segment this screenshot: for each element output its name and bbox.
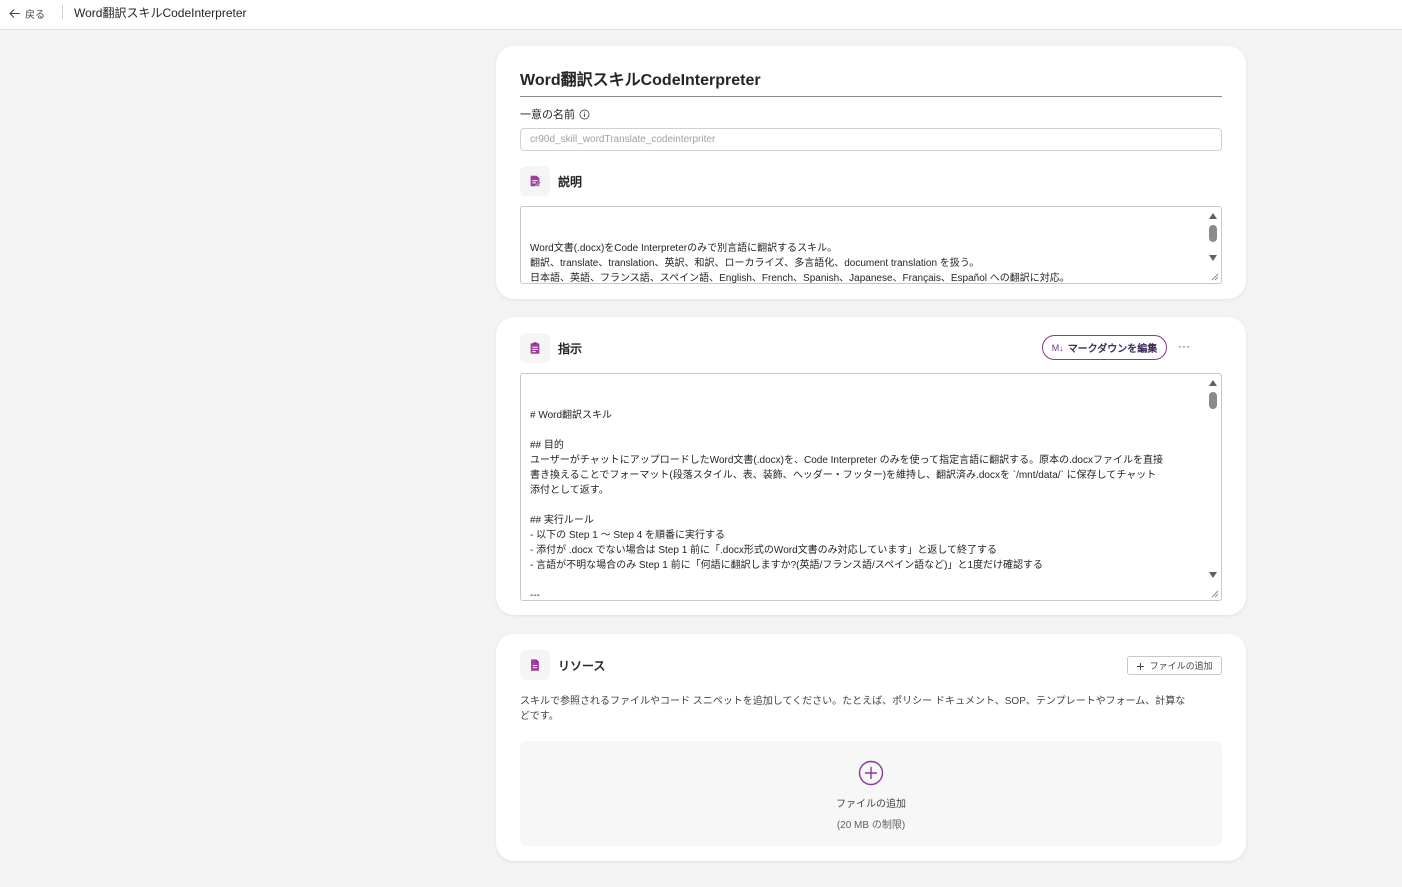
markdown-icon: M↓ <box>1051 342 1064 353</box>
document-icon <box>531 659 539 671</box>
instructions-section-icon <box>520 333 550 363</box>
resize-grip-icon[interactable] <box>1209 271 1219 281</box>
page-title: Word翻訳スキルCodeInterpreter <box>74 6 247 20</box>
unique-name-label-text: 一意の名前 <box>520 109 575 121</box>
skill-name-field[interactable]: Word翻訳スキルCodeInterpreter <box>520 66 1222 97</box>
scroll-down-arrow-icon[interactable] <box>1209 572 1217 578</box>
unique-name-label: 一意の名前 <box>520 106 590 122</box>
resources-card: リソース + ファイルの追加 スキルで参照されるファイルやコード スニペットを追… <box>496 634 1246 861</box>
description-header: 説明 <box>520 166 582 196</box>
scroll-up-arrow-icon[interactable] <box>1209 380 1217 386</box>
more-options-button[interactable]: ··· <box>1174 337 1194 357</box>
edit-markdown-button[interactable]: M↓ マークダウンを編集 <box>1042 335 1167 360</box>
top-bar: 戻る Word翻訳スキルCodeInterpreter <box>0 0 1402 30</box>
add-circle-icon <box>858 760 884 786</box>
back-label: 戻る <box>25 9 45 21</box>
instructions-header: 指示 <box>520 333 582 363</box>
back-button[interactable]: 戻る <box>8 5 45 21</box>
resources-header: リソース <box>520 650 605 680</box>
arrow-left-icon <box>9 8 20 18</box>
resources-description: スキルで参照されるファイルやコード スニペットを追加してください。たとえば、ポリ… <box>520 696 1186 722</box>
add-file-button[interactable]: + ファイルの追加 <box>1127 656 1222 675</box>
dropzone-size-limit: (20 MB の制限) <box>836 820 906 831</box>
topbar-divider <box>62 5 63 19</box>
resize-grip-icon[interactable] <box>1209 588 1219 598</box>
resources-section-icon <box>520 650 550 680</box>
scroll-down-arrow-icon[interactable] <box>1209 255 1217 261</box>
dropzone-label: ファイルの追加 <box>836 799 906 810</box>
file-dropzone[interactable]: ファイルの追加 (20 MB の制限) <box>520 741 1222 846</box>
scroll-thumb[interactable] <box>1209 392 1217 409</box>
resources-title: リソース <box>558 658 606 673</box>
info-icon[interactable] <box>579 109 590 120</box>
description-textarea[interactable]: Word文書(.docx)をCode Interpreterのみで別言語に翻訳す… <box>520 206 1222 284</box>
edit-markdown-label: マークダウンを編集 <box>1067 344 1158 355</box>
instructions-title: 指示 <box>558 341 583 356</box>
instructions-card: 指示 M↓ マークダウンを編集 ··· # Word翻訳スキル ## 目的 ユー… <box>496 317 1246 615</box>
clipboard-list-icon <box>530 342 540 354</box>
scroll-up-arrow-icon[interactable] <box>1209 213 1217 219</box>
details-card: Word翻訳スキルCodeInterpreter 一意の名前 cr90d_ski… <box>496 46 1246 299</box>
description-section-icon <box>520 166 550 196</box>
plus-icon: + <box>1136 657 1145 674</box>
description-title: 説明 <box>558 174 583 189</box>
instructions-text: # Word翻訳スキル ## 目的 ユーザーがチャットにアップロードしたWord… <box>530 410 1163 601</box>
scroll-thumb[interactable] <box>1209 225 1217 242</box>
unique-name-input[interactable]: cr90d_skill_wordTranslate_codeinterprite… <box>520 128 1222 151</box>
description-text: Word文書(.docx)をCode Interpreterのみで別言語に翻訳す… <box>530 243 1070 284</box>
instructions-textarea[interactable]: # Word翻訳スキル ## 目的 ユーザーがチャットにアップロードしたWord… <box>520 373 1222 601</box>
edit-document-icon <box>530 175 542 187</box>
add-file-button-label: ファイルの追加 <box>1149 661 1213 671</box>
instructions-scrollbar[interactable] <box>1208 378 1218 583</box>
description-scrollbar[interactable] <box>1208 211 1218 265</box>
